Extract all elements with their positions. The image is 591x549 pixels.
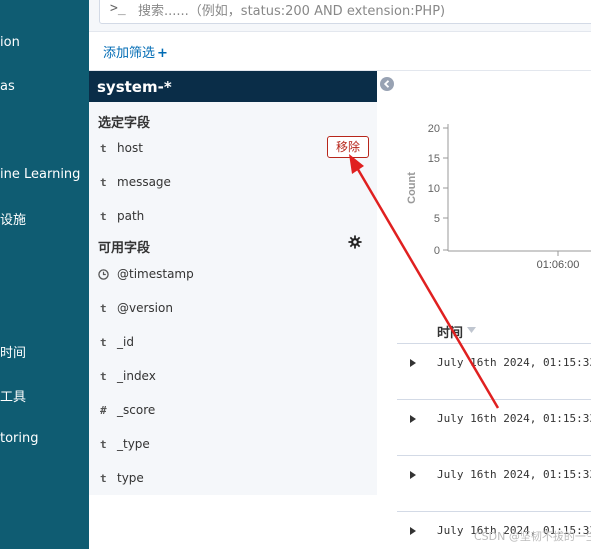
available-field-type[interactable]: t type [89,471,377,506]
clock-icon [98,269,109,280]
row-timestamp: July 16th 2024, 01:15:33 [437,468,591,481]
y-tick-label: 15 [428,153,440,165]
histogram-chart: Count 20 15 10 5 0 01:06:00 [406,123,591,271]
table-row: July 16th 2024, 01:15:33 [397,456,591,512]
plus-icon: + [157,46,168,61]
nav-item-machine-learning[interactable]: ine Learning [0,167,80,182]
field-name: path [117,209,145,223]
row-timestamp: July 16th 2024, 01:15:33 [437,412,591,425]
y-tick-label: 10 [428,183,440,195]
number-type-icon: # [100,404,107,417]
available-fields-title: 可用字段 [98,241,151,256]
nav-item-monitoring[interactable]: toring [0,431,39,446]
nav-item-infrastructure[interactable]: 设施 [0,209,26,228]
gear-icon[interactable] [348,235,362,249]
string-type-icon: t [100,370,107,383]
table-row: July 16th 2024, 01:15:33 [397,344,591,400]
field-name: _type [117,437,150,451]
search-placeholder: 搜索......（例如，status:200 AND extension:PHP… [138,4,446,19]
available-field-underscore-type[interactable]: t _type [89,437,377,472]
field-name: @version [117,301,173,315]
field-sidebar: system-* 选定字段 t host 移除 t message t path… [89,71,377,495]
string-type-icon: t [100,302,107,315]
available-field-id[interactable]: t _id [89,335,377,370]
query-prompt-icon: >_ [110,1,126,16]
expand-row-icon[interactable] [410,415,416,423]
filter-bar: 添加筛选 + [89,32,591,71]
string-type-icon: t [100,472,107,485]
y-axis-label: Count [406,172,418,204]
add-filter-label: 添加筛选 [103,46,156,61]
nav-item-dev-tools[interactable]: 工具 [0,386,26,405]
expand-row-icon[interactable] [410,471,416,479]
index-pattern-selector[interactable]: system-* [89,71,377,102]
watermark: CSDN @坚韧不拔的一生 [474,530,591,543]
nav-item-visualization[interactable]: ion [0,35,20,50]
search-input[interactable]: >_ 搜索......（例如，status:200 AND extension:… [99,0,591,24]
table-row: July 16th 2024, 01:15:33 [397,400,591,456]
available-field-timestamp[interactable]: @timestamp [89,267,377,302]
string-type-icon: t [100,438,107,451]
string-type-icon: t [100,176,107,189]
field-name: @timestamp [117,267,194,281]
y-tick-label: 20 [428,123,440,135]
selected-fields-title: 选定字段 [98,116,151,131]
add-filter-button[interactable]: 添加筛选 + [103,42,168,61]
field-name: host [117,141,143,155]
y-tick-label: 5 [434,213,440,225]
query-bar: >_ 搜索......（例如，status:200 AND extension:… [89,0,591,32]
field-name: _id [117,335,134,349]
time-column-header[interactable]: 时间 [437,322,463,341]
field-name: _score [117,403,156,417]
available-field-score[interactable]: # _score [89,403,377,438]
remove-field-button[interactable]: 移除 [327,136,369,158]
sort-down-icon[interactable] [467,327,476,333]
x-tick-label: 01:06:00 [537,259,580,271]
field-name: _index [117,369,156,383]
string-type-icon: t [100,336,107,349]
nav-item-canvas[interactable]: as [0,79,15,94]
field-name: message [117,175,171,189]
available-field-version[interactable]: t @version [89,301,377,336]
side-navigation: ion as ine Learning 设施 时间 工具 toring [0,0,89,549]
expand-row-icon[interactable] [410,527,416,535]
row-timestamp: July 16th 2024, 01:15:33 [437,356,591,369]
string-type-icon: t [100,210,107,223]
available-field-index[interactable]: t _index [89,369,377,404]
selected-field-message[interactable]: t message [89,175,377,210]
field-name: type [117,471,144,485]
collapse-sidebar-icon[interactable] [380,77,394,91]
y-tick-label: 0 [434,245,440,257]
nav-item-uptime[interactable]: 时间 [0,342,26,361]
index-pattern-name: system-* [97,78,172,96]
string-type-icon: t [100,142,107,155]
expand-row-icon[interactable] [410,359,416,367]
